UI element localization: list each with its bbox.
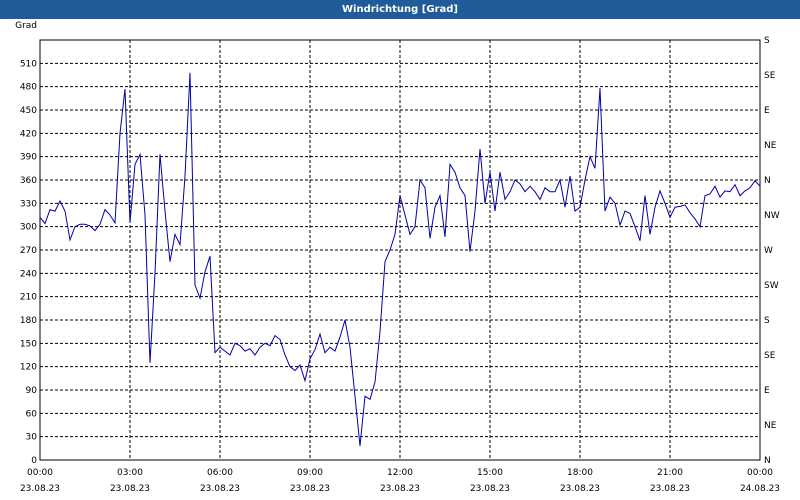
y2-tick-label: N	[764, 456, 771, 466]
y-tick-label: 0	[31, 456, 37, 466]
x-tick-time: 21:00	[657, 468, 683, 478]
x-tick-time: 06:00	[207, 468, 233, 478]
y2-tick-label: S	[764, 316, 770, 326]
y2-tick-label: SE	[764, 351, 776, 361]
x-tick-time: 12:00	[387, 468, 413, 478]
y-axis-title: Grad	[15, 21, 37, 31]
y2-tick-label: NE	[764, 421, 777, 431]
x-tick-time: 00:00	[27, 468, 53, 478]
x-tick-date: 23.08.23	[200, 484, 240, 494]
y-tick-label: 360	[20, 176, 37, 186]
y-tick-label: 480	[20, 83, 37, 93]
y2-tick-label: NW	[764, 211, 780, 221]
x-tick-time: 00:00	[747, 468, 773, 478]
y-tick-label: 390	[20, 153, 37, 163]
x-tick-date: 23.08.23	[650, 484, 690, 494]
y2-tick-label: S	[764, 36, 770, 46]
y-tick-label: 210	[20, 293, 37, 303]
x-tick-time: 15:00	[477, 468, 503, 478]
y-tick-label: 180	[20, 316, 37, 326]
x-tick-date: 23.08.23	[380, 484, 420, 494]
x-tick-date: 23.08.23	[110, 484, 150, 494]
y-tick-label: 30	[26, 433, 38, 443]
y-tick-label: 270	[20, 246, 37, 256]
wind-direction-chart: 0 30 60 90 120 150 180 210 240 270 300 330 360 390 420…	[15, 21, 780, 494]
y-tick-label: 240	[20, 269, 37, 279]
y-tick-label: 300	[20, 223, 37, 233]
y2-axis-labels: N NE E SE S SW W NW N NE E SE S	[764, 36, 780, 466]
x-tick-time: 09:00	[297, 468, 323, 478]
y2-tick-label: W	[764, 246, 773, 256]
grid	[40, 40, 760, 460]
y2-tick-label: SW	[764, 281, 779, 291]
y-tick-label: 120	[20, 363, 37, 373]
y2-tick-label: SE	[764, 71, 776, 81]
x-tick-date: 23.08.23	[470, 484, 510, 494]
x-tick-date: 23.08.23	[290, 484, 330, 494]
y2-tick-label: E	[764, 386, 770, 396]
y2-tick-label: NE	[764, 141, 777, 151]
window-title: Windrichtung [Grad]	[0, 0, 800, 19]
y-axis-labels: 0 30 60 90 120 150 180 210 240 270 300 330 360 390 420…	[20, 59, 37, 466]
y-tick-label: 450	[20, 106, 37, 116]
y2-tick-label: N	[764, 176, 771, 186]
x-axis-labels: 00:00 23.08.23 03:00 23.08.23 06:00 23.08.23 0…	[20, 468, 780, 494]
y-tick-label: 90	[26, 386, 38, 396]
x-tick-date: 23.08.23	[20, 484, 60, 494]
y-tick-label: 420	[20, 129, 37, 139]
x-tick-time: 18:00	[567, 468, 593, 478]
y-tick-label: 150	[20, 339, 37, 349]
y2-tick-label: E	[764, 106, 770, 116]
y-tick-label: 330	[20, 199, 37, 209]
y-tick-label: 510	[20, 59, 37, 69]
x-tick-time: 03:00	[117, 468, 143, 478]
x-tick-date: 24.08.23	[740, 484, 780, 494]
y-tick-label: 60	[26, 409, 38, 419]
x-tick-date: 23.08.23	[560, 484, 600, 494]
